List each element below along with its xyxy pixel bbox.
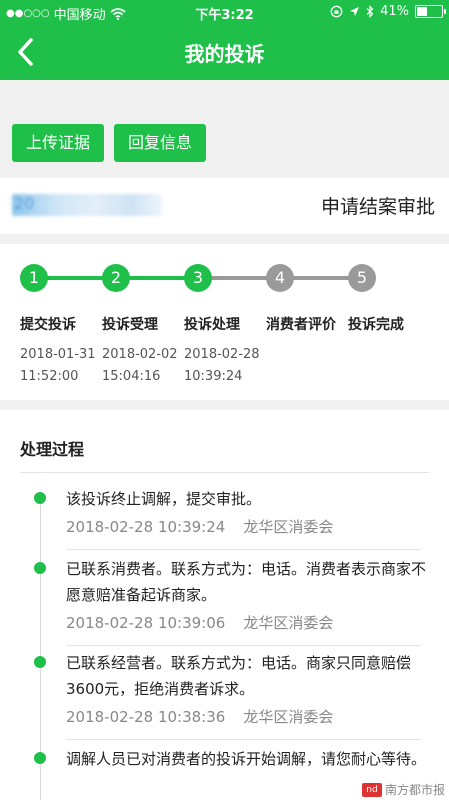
page-title: 我的投诉 [184, 42, 265, 66]
entry-datetime: 2018-02-28 10:38:36 [66, 708, 226, 726]
complaint-number-masked: 20 [12, 194, 162, 216]
step-circle: 1 [20, 264, 48, 292]
upload-evidence-button[interactable]: 上传证据 [12, 124, 105, 162]
entry-divider [66, 645, 421, 646]
app-header: ●●○○○ 中国移动 下午3:22 41% 我的投诉 [0, 0, 449, 80]
step-label: 投诉完成 [348, 317, 404, 333]
timeline-dot [34, 562, 46, 574]
entry-org: 龙华区消委会 [243, 614, 334, 632]
step-label: 提交投诉 [20, 317, 76, 333]
step-time: 10:39:24 [184, 369, 243, 384]
step-label: 投诉受理 [102, 317, 158, 333]
entry-org: 龙华区消委会 [243, 708, 334, 726]
step-date: 2018-02-28 [184, 347, 260, 362]
entry-divider [66, 549, 421, 550]
progress-steps: 1 提交投诉 2018-01-31 11:52:00 2 投诉受理 2018-02-02 15… [0, 244, 449, 400]
process-section: 处理过程 该投诉终止调解，提交审批。 2018-02-28 10:39:24 龙华区… [0, 410, 449, 800]
entry-text: 已联系消费者。联系方式为：电话。消费者表示商家不愿意赔准备起诉商家。 [66, 560, 427, 604]
timeline-dot [34, 492, 46, 504]
complaint-info-row[interactable]: 20 申请结案审批 [0, 178, 449, 234]
step-date: 2018-02-02 [102, 347, 178, 362]
process-entry: 已联系经营者。联系方式为：电话。商家只同意赔偿3600元，拒绝消费者诉求。 201… [34, 650, 436, 740]
watermark: nd 南方都市报 [361, 781, 445, 798]
step-datetime: 2018-01-31 11:52:00 [20, 344, 96, 388]
process-entry: 该投诉终止调解，提交审批。 2018-02-28 10:39:24 龙华区消委会 [34, 486, 436, 550]
status-bar: ●●○○○ 中国移动 下午3:22 41% [0, 0, 449, 24]
timeline-dot [34, 656, 46, 668]
step-circle: 2 [102, 264, 130, 292]
step-date: 2018-01-31 [20, 347, 96, 362]
step-time: 15:04:16 [102, 369, 161, 384]
process-entry: 调解人员已对消费者的投诉开始调解，请您耐心等待。 [34, 746, 436, 772]
entry-text: 调解人员已对消费者的投诉开始调解，请您耐心等待。 [66, 750, 427, 768]
battery-icon [415, 5, 446, 18]
entry-meta: 2018-02-28 10:38:36 龙华区消委会 [66, 706, 436, 727]
bluetooth-icon [366, 5, 374, 18]
rotation-lock-icon [330, 5, 343, 18]
section-divider [20, 472, 429, 473]
step-circle: 4 [266, 264, 294, 292]
entry-meta: 2018-02-28 10:39:24 龙华区消委会 [66, 516, 436, 537]
timeline-dot [34, 752, 46, 764]
location-icon [350, 7, 360, 16]
step-circle: 5 [348, 264, 376, 292]
reply-info-button[interactable]: 回复信息 [114, 124, 207, 162]
entry-org: 龙华区消委会 [243, 518, 334, 536]
watermark-text: 南方都市报 [384, 783, 445, 797]
entry-datetime: 2018-02-28 10:39:06 [66, 614, 226, 632]
section-title: 处理过程 [20, 440, 85, 459]
action-buttons: 上传证据 回复信息 [12, 124, 207, 162]
entry-datetime: 2018-02-28 10:39:24 [66, 518, 226, 536]
step-time: 11:52:00 [20, 369, 79, 384]
entry-divider [66, 739, 421, 740]
step-datetime: 2018-02-28 10:39:24 [184, 344, 260, 388]
entry-meta: 2018-02-28 10:39:06 龙华区消委会 [66, 612, 436, 633]
nav-bar: 我的投诉 [0, 24, 449, 80]
battery-percent: 41% [380, 4, 409, 19]
step-label: 消费者评价 [266, 317, 336, 333]
step-datetime: 2018-02-02 15:04:16 [102, 344, 178, 388]
entry-text: 已联系经营者。联系方式为：电话。商家只同意赔偿3600元，拒绝消费者诉求。 [66, 654, 412, 698]
step-label: 投诉处理 [184, 317, 240, 333]
process-entry: 已联系消费者。联系方式为：电话。消费者表示商家不愿意赔准备起诉商家。 2018-0… [34, 556, 436, 646]
newspaper-logo: nd [361, 782, 382, 797]
complaint-status: 申请结案审批 [320, 196, 435, 218]
entry-text: 该投诉终止调解，提交审批。 [66, 490, 262, 508]
step-circle: 3 [184, 264, 212, 292]
